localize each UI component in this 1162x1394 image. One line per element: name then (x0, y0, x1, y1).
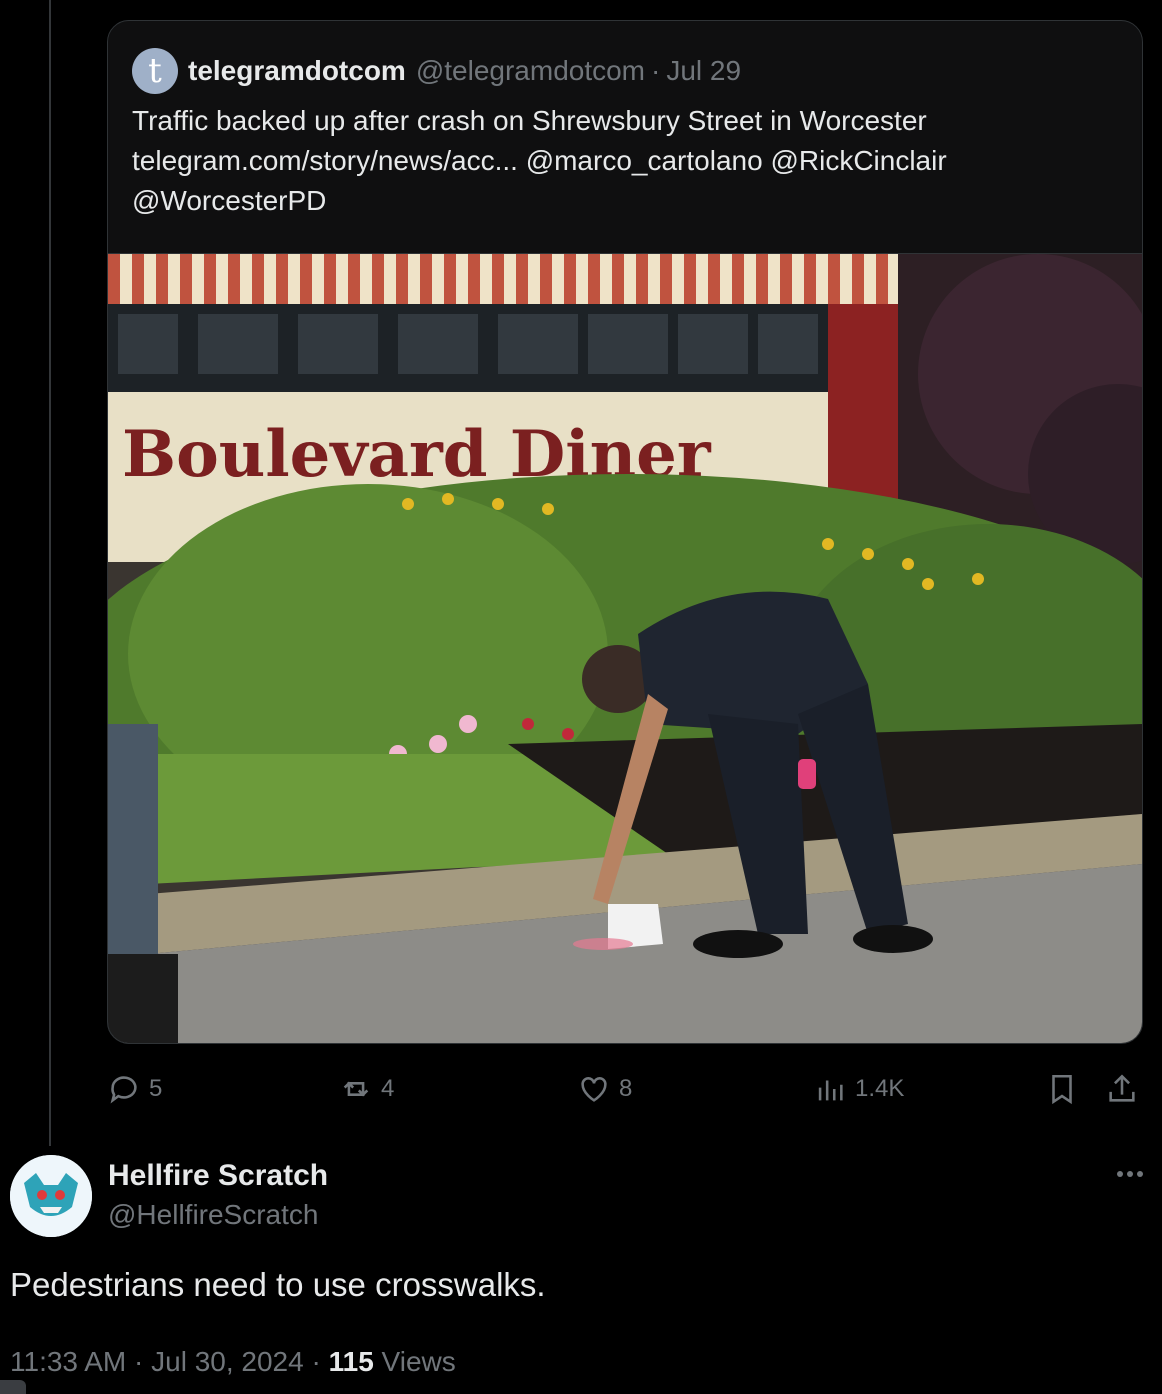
more-options-button[interactable] (1110, 1157, 1150, 1191)
reply-tweet-header: Hellfire Scratch @HellfireScratch (10, 1155, 1150, 1239)
views-button[interactable]: 1.4K (813, 1066, 904, 1112)
reply-button[interactable]: 5 (107, 1066, 162, 1112)
quoted-tweet-header: t telegramdotcom @telegramdotcom · Jul 29 (132, 47, 747, 95)
quoted-date[interactable]: Jul 29 (666, 55, 741, 86)
tweet-photo[interactable]: Boulevard Diner (108, 253, 1142, 1043)
quoted-text-line: Traffic backed up after crash on Shrewsb… (132, 105, 927, 136)
corner-badge (0, 1380, 26, 1394)
reply-author-handle[interactable]: @HellfireScratch (108, 1199, 318, 1231)
bookmark-icon (1052, 1074, 1072, 1105)
reply-author-name[interactable]: Hellfire Scratch (108, 1159, 328, 1193)
monster-avatar-icon (10, 1155, 92, 1237)
bookmark-button[interactable] (1045, 1066, 1087, 1112)
share-upload-icon (1109, 1074, 1135, 1102)
avatar-letter: t (148, 51, 162, 91)
reply-count: 5 (149, 1075, 163, 1102)
meta-separator: · (651, 55, 661, 86)
quoted-tweet-text: Traffic backed up after crash on Shrewsb… (132, 101, 1122, 221)
reply-tweet-text: Pedestrians need to use crosswalks. (10, 1266, 546, 1303)
quoted-author-avatar[interactable]: t (132, 48, 178, 94)
photo-police-officer-scene: Boulevard Diner (108, 254, 1142, 1043)
reply-author-avatar[interactable] (10, 1155, 92, 1237)
meta-separator: · (134, 1346, 144, 1377)
repost-count: 4 (381, 1075, 395, 1102)
mention-link[interactable]: @RickCinclair (770, 145, 946, 176)
analytics-bars-icon (818, 1080, 843, 1101)
reply-tweet-meta: 11:33 AM · Jul 30, 2024 · 115 Views (10, 1346, 456, 1378)
share-button[interactable] (1105, 1066, 1147, 1112)
quoted-tweet-card[interactable]: t telegramdotcom @telegramdotcom · Jul 29 … (107, 20, 1143, 1044)
thread-connector-line (49, 0, 51, 1146)
story-link[interactable]: telegram.com/story/news/acc... (132, 145, 518, 176)
quoted-author-handle[interactable]: @telegramdotcom (416, 55, 645, 86)
reply-view-count: 115 (328, 1346, 374, 1377)
repost-button[interactable]: 4 (339, 1066, 394, 1112)
tweet-action-bar: 5 4 8 1.4K (107, 1066, 1147, 1112)
like-count: 8 (619, 1075, 633, 1102)
views-label: Views (381, 1346, 456, 1377)
diner-awning (108, 254, 898, 304)
reply-time[interactable]: 11:33 AM (10, 1346, 126, 1377)
mention-link[interactable]: @marco_cartolano (526, 145, 763, 176)
meta-separator: · (311, 1346, 321, 1377)
ellipsis-icon (1117, 1171, 1143, 1177)
view-count: 1.4K (855, 1075, 905, 1102)
mention-link[interactable]: @WorcesterPD (132, 185, 326, 216)
quoted-author-name[interactable]: telegramdotcom (188, 55, 406, 87)
repost-icon (343, 1081, 369, 1097)
quoted-meta: @telegramdotcom · Jul 29 (416, 55, 747, 87)
heart-icon (581, 1077, 607, 1102)
reply-date[interactable]: Jul 30, 2024 (151, 1346, 304, 1377)
like-button[interactable]: 8 (577, 1066, 632, 1112)
reply-bubble-icon (110, 1076, 137, 1104)
